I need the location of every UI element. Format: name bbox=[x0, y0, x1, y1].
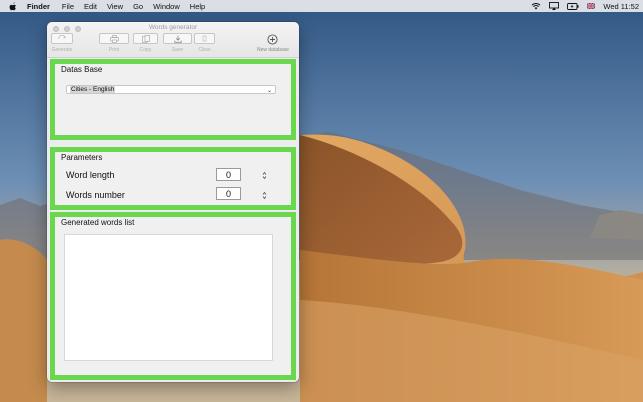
save-label: Save bbox=[171, 47, 184, 53]
print-button[interactable]: Print bbox=[99, 33, 129, 53]
copy-icon bbox=[141, 34, 150, 43]
generated-words-panel: Generated words list bbox=[50, 212, 296, 380]
battery-icon[interactable] bbox=[567, 2, 579, 10]
menu-file[interactable]: File bbox=[62, 2, 74, 11]
print-label: Print bbox=[108, 47, 120, 53]
menu-window[interactable]: Window bbox=[153, 2, 180, 11]
new-database-button[interactable]: New database bbox=[257, 33, 289, 53]
add-circle-icon bbox=[267, 34, 279, 45]
database-selected-value: Cities - English bbox=[70, 86, 116, 93]
title-bar: Words generator Generate Print Copy Save… bbox=[47, 22, 299, 58]
copy-button[interactable]: Copy bbox=[133, 33, 158, 53]
window-title: Words generator bbox=[148, 24, 198, 31]
airplay-icon[interactable] bbox=[549, 2, 560, 10]
words-number-field[interactable]: 0 bbox=[216, 187, 241, 200]
chevron-down-icon: ⌄ bbox=[266, 88, 272, 94]
menu-finder[interactable]: Finder bbox=[27, 2, 50, 11]
database-select[interactable]: Cities - English ⌄ bbox=[66, 85, 276, 94]
apple-icon[interactable] bbox=[9, 1, 19, 11]
save-button[interactable]: Save bbox=[163, 33, 192, 53]
words-number-stepper[interactable] bbox=[261, 190, 267, 200]
generated-words-list[interactable] bbox=[64, 234, 273, 361]
database-panel-title: Datas Base bbox=[61, 65, 103, 74]
menu-bar: Finder File Edit View Go Window Help Wed… bbox=[0, 0, 643, 12]
menubar-clock[interactable]: Wed 11:52 bbox=[603, 2, 639, 11]
generate-button[interactable]: Generate bbox=[51, 33, 73, 53]
parameters-panel-title: Parameters bbox=[61, 153, 103, 162]
clear-label: Clear bbox=[198, 47, 211, 53]
flag-uk-icon[interactable] bbox=[587, 3, 596, 9]
clear-icon bbox=[202, 35, 207, 42]
generate-icon bbox=[58, 35, 66, 40]
menu-go[interactable]: Go bbox=[133, 2, 143, 11]
new-database-label: New database bbox=[257, 47, 289, 53]
toolbar: Generate Print Copy Save Clear New datab… bbox=[47, 33, 299, 58]
menu-help[interactable]: Help bbox=[190, 2, 205, 11]
word-length-stepper[interactable] bbox=[261, 170, 267, 180]
menu-view[interactable]: View bbox=[107, 2, 123, 11]
print-icon bbox=[109, 34, 119, 43]
wifi-icon[interactable] bbox=[531, 2, 541, 10]
clear-button[interactable]: Clear bbox=[194, 33, 215, 53]
download-icon bbox=[173, 35, 182, 43]
word-length-label: Word length bbox=[66, 170, 115, 180]
copy-label: Copy bbox=[139, 47, 152, 53]
parameters-panel: Parameters Word length 0 Words number 0 bbox=[50, 147, 296, 210]
word-length-field[interactable]: 0 bbox=[216, 168, 241, 181]
words-number-label: Words number bbox=[66, 190, 125, 200]
generated-words-title: Generated words list bbox=[61, 218, 135, 227]
menu-edit[interactable]: Edit bbox=[84, 2, 97, 11]
words-generator-window: Words generator Generate Print Copy Save… bbox=[47, 22, 299, 382]
generate-label: Generate bbox=[51, 47, 73, 53]
database-panel: Datas Base Cities - English ⌄ bbox=[50, 59, 296, 140]
